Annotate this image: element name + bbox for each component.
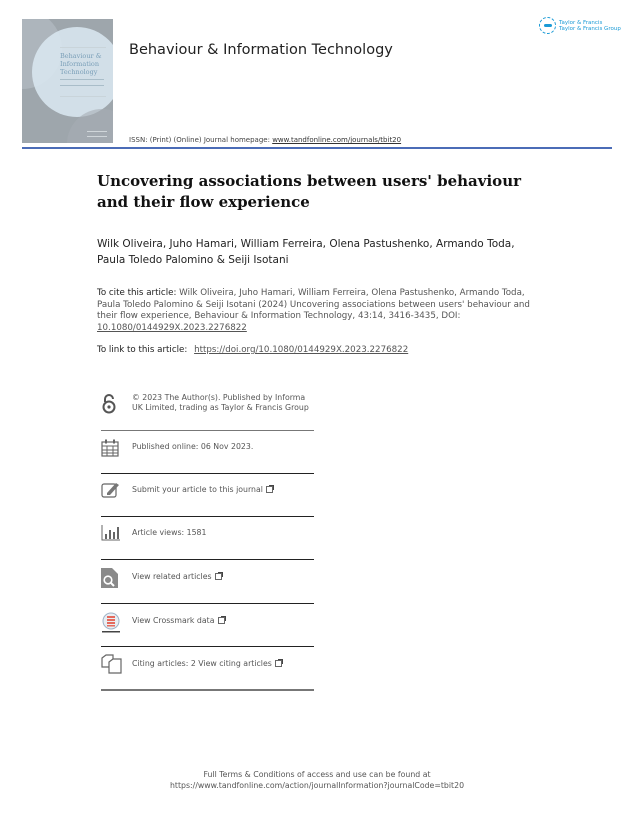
article-meta-list: © 2023 The Author(s). Published by Infor… — [101, 393, 314, 691]
cover-subtitle — [60, 79, 104, 86]
related-articles-link[interactable]: View related articles — [132, 572, 212, 581]
crossmark-link[interactable]: View Crossmark data — [132, 616, 215, 625]
edit-icon — [101, 481, 123, 503]
publisher-logo: Taylor & Francis Taylor & Francis Group — [539, 17, 621, 34]
bar-chart-icon — [101, 524, 123, 546]
published-online-text: Published online: 06 Nov 2023. — [132, 442, 254, 451]
journal-title: Behaviour & Information Technology — [129, 42, 393, 58]
article-title: Uncovering associations between users' b… — [97, 172, 521, 211]
divider — [101, 689, 314, 691]
related-articles-item[interactable]: View related articles — [101, 560, 314, 603]
external-link-icon — [274, 659, 283, 667]
header-divider — [22, 147, 612, 149]
cover-rule — [60, 47, 106, 48]
published-online-item: Published online: 06 Nov 2023. — [101, 431, 314, 473]
crossmark-item[interactable]: View Crossmark data — [101, 604, 314, 646]
terms-link[interactable]: https://www.tandfonline.com/action/journ… — [0, 780, 634, 791]
journal-cover-image: Behaviour & Information Technology — [22, 19, 113, 143]
citation-block: To cite this article: Wilk Oliveira, Juh… — [97, 288, 537, 335]
copyright-text: © 2023 The Author(s). Published by Infor… — [132, 393, 309, 412]
issn-text: ISSN: (Print) (Online) Journal homepage: — [129, 136, 270, 144]
external-link-icon — [265, 485, 274, 493]
external-link-icon — [217, 616, 226, 624]
article-views-item: Article views: 1581 — [101, 517, 314, 559]
crossmark-icon — [101, 612, 123, 634]
cover-title-line: Information — [60, 60, 100, 68]
article-views-text: Article views: 1581 — [132, 528, 207, 537]
citing-articles-item[interactable]: Citing articles: 2 View citing articles — [101, 647, 314, 689]
article-link-line: To link to this article: https://doi.org… — [97, 345, 408, 355]
cover-rule — [60, 96, 106, 97]
citation-doi-link[interactable]: 10.1080/0144929X.2023.2276822 — [97, 323, 247, 333]
terms-text: Full Terms & Conditions of access and us… — [203, 770, 431, 779]
open-access-item: © 2023 The Author(s). Published by Infor… — [101, 393, 314, 430]
issn-line: ISSN: (Print) (Online) Journal homepage:… — [129, 136, 401, 144]
citation-label: To cite this article: — [97, 288, 177, 298]
cover-publisher-logo — [87, 131, 107, 137]
terms-footer: Full Terms & Conditions of access and us… — [0, 769, 634, 791]
search-document-icon — [101, 568, 123, 590]
calendar-icon — [101, 439, 123, 461]
article-doi-link[interactable]: https://doi.org/10.1080/0144929X.2023.22… — [194, 345, 408, 355]
open-access-icon — [101, 393, 123, 415]
article-authors: Wilk Oliveira, Juho Hamari, William Ferr… — [97, 238, 515, 266]
journal-homepage-link[interactable]: www.tandfonline.com/journals/tbit20 — [272, 136, 401, 144]
external-link-icon — [214, 572, 223, 580]
article-link-label: To link to this article: — [97, 345, 188, 355]
publisher-group: Taylor & Francis Group — [559, 25, 621, 32]
taylor-francis-logo-icon — [539, 17, 556, 34]
submit-article-item[interactable]: Submit your article to this journal — [101, 474, 314, 516]
citing-articles-icon — [101, 654, 123, 676]
citing-articles-link[interactable]: Citing articles: 2 View citing articles — [132, 659, 272, 668]
cover-title-line: Behaviour & — [60, 52, 102, 60]
cover-title-line: Technology — [60, 68, 98, 76]
submit-article-link[interactable]: Submit your article to this journal — [132, 485, 263, 494]
cover-title: Behaviour & Information Technology — [60, 52, 102, 76]
